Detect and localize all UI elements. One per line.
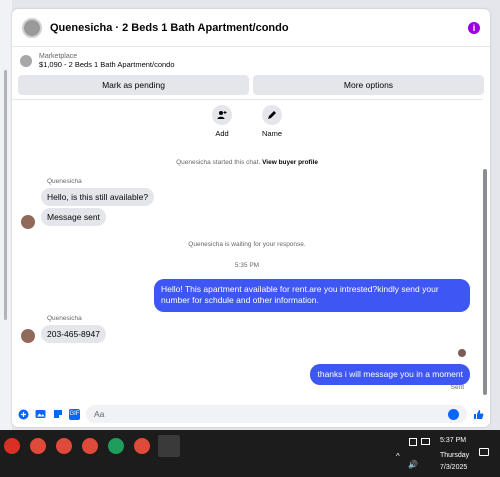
taskbar-day[interactable]: Thursday: [440, 452, 469, 459]
add-person-icon: [212, 105, 232, 125]
message-list: [12, 99, 482, 401]
page-scrollbar[interactable]: [4, 70, 7, 320]
message-status: Sent: [450, 384, 464, 391]
incoming-message[interactable]: Hello, is this still available?: [41, 188, 155, 206]
thumbs-up-icon[interactable]: [473, 409, 484, 420]
contact-actions: Add Name: [12, 105, 482, 138]
windows-taskbar: ^ 🔊 5:37 PM Thursday 7/3/2025: [0, 430, 500, 477]
view-buyer-profile-link[interactable]: View buyer profile: [262, 159, 318, 166]
timestamp: 5:35 PM: [234, 262, 260, 269]
composer: GIF Aa: [12, 401, 490, 427]
listing-detail: $1,090 - 2 Beds 1 Bath Apartment/condo: [39, 60, 175, 69]
sender-avatar[interactable]: [21, 215, 35, 229]
emoji-icon[interactable]: [448, 408, 459, 420]
network-icon[interactable]: [409, 438, 417, 446]
sticker-icon[interactable]: [52, 409, 63, 420]
chrome-profile-icon[interactable]: [82, 438, 98, 454]
incoming-message[interactable]: Message sent: [41, 208, 106, 226]
add-contact-action[interactable]: Add: [207, 105, 237, 138]
mark-pending-button[interactable]: Mark as pending: [18, 75, 249, 95]
outgoing-message[interactable]: thanks i will message you in a moment: [310, 364, 470, 386]
message-scrollbar[interactable]: [482, 101, 488, 401]
listing-avatar[interactable]: [22, 17, 42, 38]
chrome-profile-icon[interactable]: [56, 438, 72, 454]
taskbar-date[interactable]: 7/3/2025: [440, 464, 467, 471]
info-icon[interactable]: i: [468, 21, 480, 34]
listing-summary[interactable]: Marketplace $1,090 - 2 Beds 1 Bath Apart…: [12, 47, 490, 71]
action-row: Mark as pending More options: [12, 71, 490, 99]
taskbar-time[interactable]: 5:37 PM: [440, 437, 466, 444]
pencil-icon: [262, 105, 282, 125]
read-receipt-avatar: [458, 349, 466, 357]
listing-thumbnail: [20, 55, 32, 67]
gif-icon[interactable]: GIF: [69, 408, 80, 420]
incoming-message[interactable]: 203-465-8947: [41, 325, 106, 343]
sender-name: Quenesicha: [47, 178, 82, 185]
chat-header: Quenesicha · 2 Beds 1 Bath Apartment/con…: [12, 9, 490, 47]
message-input-placeholder: Aa: [94, 409, 105, 419]
notification-icon[interactable]: [479, 448, 489, 456]
chat-window: Quenesicha · 2 Beds 1 Bath Apartment/con…: [12, 9, 490, 427]
chat-title[interactable]: Quenesicha · 2 Beds 1 Bath Apartment/con…: [50, 22, 468, 34]
sender-name: Quenesicha: [47, 315, 82, 322]
name-contact-action[interactable]: Name: [257, 105, 287, 138]
display-icon[interactable]: [421, 438, 430, 445]
name-label: Name: [261, 129, 282, 138]
add-label: Add: [215, 129, 229, 138]
outgoing-message[interactable]: Hello! This apartment available for rent…: [154, 279, 470, 312]
listing-source: Marketplace: [39, 53, 78, 60]
plus-circle-icon[interactable]: [18, 409, 29, 420]
chat-started-notice: Quenesicha started this chat. View buyer…: [12, 159, 482, 166]
more-options-button[interactable]: More options: [253, 75, 484, 95]
sender-avatar[interactable]: [21, 329, 35, 343]
scrollbar-thumb[interactable]: [483, 169, 487, 395]
photo-icon[interactable]: [35, 409, 46, 420]
chrome-icon[interactable]: [108, 438, 124, 454]
chrome-profile-icon[interactable]: [30, 438, 46, 454]
chat-started-text: Quenesicha started this chat.: [176, 159, 261, 166]
left-scroll-strip: [0, 0, 12, 430]
chrome-profile-icon-active[interactable]: [158, 435, 180, 457]
volume-icon[interactable]: 🔊: [408, 460, 418, 469]
chrome-icon[interactable]: [4, 438, 20, 454]
tray-chevron-icon[interactable]: ^: [396, 452, 400, 461]
waiting-notice: Quenesicha is waiting for your response.: [188, 241, 306, 248]
message-input[interactable]: Aa: [86, 405, 467, 423]
chrome-profile-icon[interactable]: [134, 438, 150, 454]
